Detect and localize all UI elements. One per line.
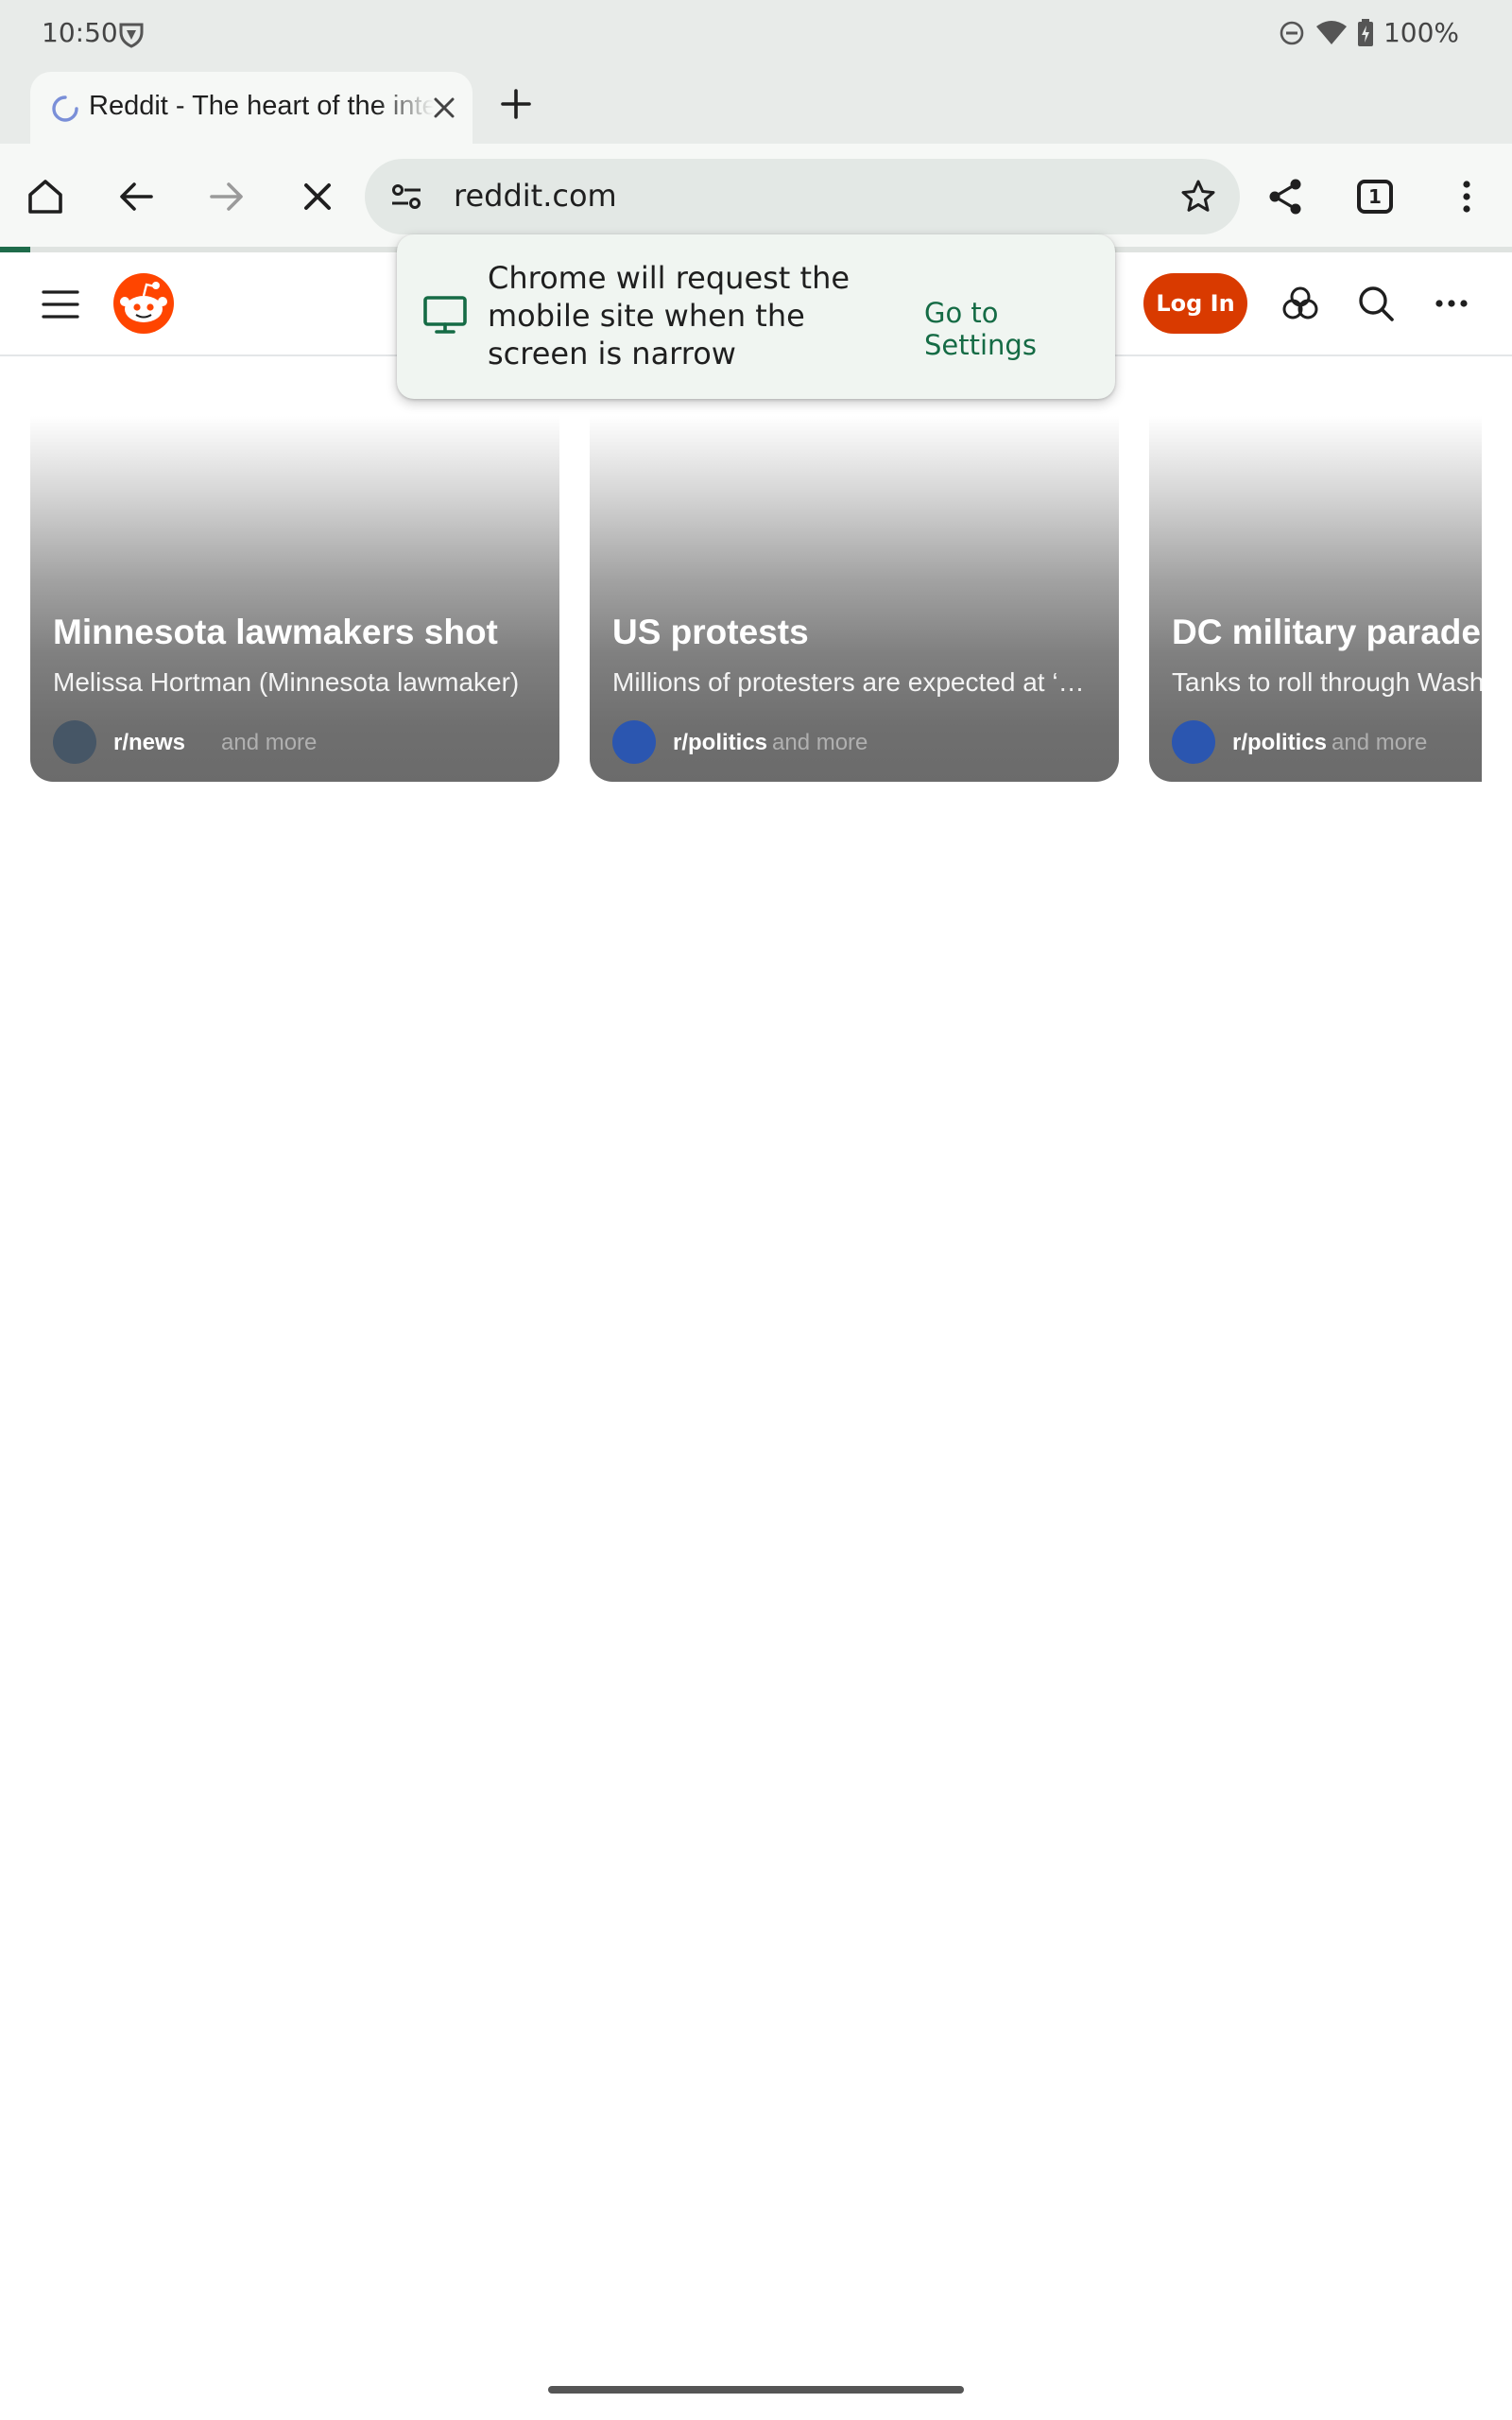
menu-icon[interactable] (40, 286, 81, 322)
status-icons: 100% (1278, 17, 1459, 48)
trending-card[interactable]: DC military parade Tanks to roll through… (1149, 416, 1482, 782)
card-subtitle: Millions of protesters are expected at ‘… (612, 667, 1100, 697)
card-title: US protests (612, 613, 809, 651)
tab-strip: Reddit - The heart of the internet (0, 68, 1512, 144)
trending-carousel: Minnesota lawmakers shot Melissa Hortman… (0, 416, 1512, 794)
forward-arrow-icon[interactable] (200, 170, 253, 223)
stop-icon[interactable] (291, 170, 344, 223)
advertise-icon[interactable] (1276, 279, 1325, 328)
new-tab-button[interactable] (493, 81, 539, 127)
share-icon[interactable] (1259, 170, 1312, 223)
search-icon[interactable] (1351, 279, 1400, 328)
desktop-monitor-icon (421, 291, 469, 338)
bookmark-star-icon[interactable] (1179, 178, 1217, 216)
back-arrow-icon[interactable] (110, 170, 163, 223)
trending-card[interactable]: US protests Millions of protesters are e… (590, 416, 1119, 782)
screen: 10:50 100% Reddit - The heart of the int… (0, 0, 1512, 2420)
popup-message: Chrome will request the mobile site when… (488, 260, 850, 372)
go-to-settings-button[interactable]: Go to Settings (924, 297, 1115, 361)
wifi-icon (1315, 19, 1348, 47)
more-horiz-icon[interactable] (1427, 279, 1476, 328)
subreddit-name: r/news (113, 730, 186, 755)
subreddit-avatar (1172, 720, 1215, 764)
loading-spinner-icon (51, 95, 79, 123)
vpn-key-icon (117, 21, 146, 49)
subreddit-name: r/politics (1232, 730, 1328, 755)
card-title: Minnesota lawmakers shot (53, 613, 498, 651)
and-more-text: and more (772, 730, 868, 755)
site-settings-icon[interactable] (389, 180, 423, 214)
status-time: 10:50 (42, 17, 118, 48)
card-subtitle: Tanks to roll through Washington (1172, 667, 1482, 697)
tab-switcher-icon[interactable]: 1 (1357, 180, 1393, 214)
status-bar: 10:50 100% (0, 0, 1512, 68)
url-text[interactable]: reddit.com (454, 178, 617, 214)
login-button[interactable]: Log In (1143, 273, 1247, 334)
gesture-navigation-bar[interactable] (548, 2386, 964, 2394)
trending-card[interactable]: Minnesota lawmakers shot Melissa Hortman… (30, 416, 559, 782)
desktop-site-popup: Chrome will request the mobile site when… (397, 234, 1115, 399)
more-vert-icon[interactable] (1440, 170, 1493, 223)
do-not-disturb-icon (1278, 19, 1306, 47)
reddit-logo-icon[interactable] (112, 271, 176, 336)
tab-title: Reddit - The heart of the internet (89, 91, 448, 121)
close-tab-icon[interactable] (427, 91, 461, 125)
address-bar[interactable]: reddit.com (365, 159, 1240, 234)
battery-percent: 100% (1383, 17, 1459, 48)
and-more-text: and more (1332, 730, 1428, 755)
card-title: DC military parade (1172, 613, 1481, 651)
subreddit-avatar (53, 720, 96, 764)
battery-charging-icon (1357, 18, 1374, 47)
browser-tab[interactable]: Reddit - The heart of the internet (30, 72, 472, 144)
and-more-text: and more (221, 730, 318, 755)
card-subtitle: Melissa Hortman (Minnesota lawmaker) (53, 667, 520, 697)
subreddit-name: r/politics (673, 730, 768, 755)
home-icon[interactable] (19, 170, 72, 223)
subreddit-avatar (612, 720, 656, 764)
